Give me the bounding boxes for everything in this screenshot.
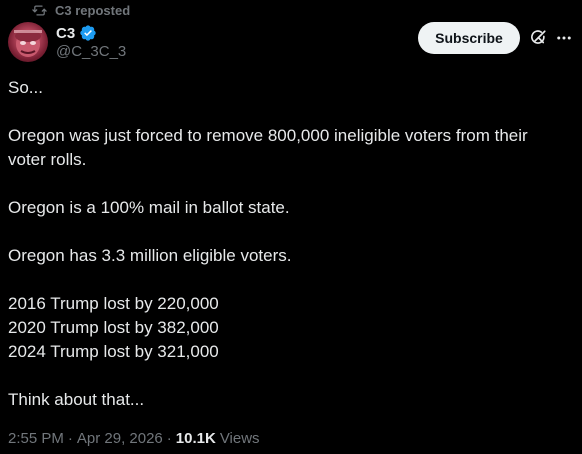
post-line: 2016 Trump lost by 220,000 — [8, 294, 219, 313]
post-line: 2024 Trump lost by 321,000 — [8, 342, 219, 361]
views-count[interactable]: 10.1K — [176, 430, 216, 447]
separator: · — [166, 429, 172, 447]
repost-text: C3 reposted — [55, 2, 131, 18]
post-line: 2020 Trump lost by 382,000 — [8, 318, 219, 337]
views-label[interactable]: Views — [220, 430, 260, 447]
display-name[interactable]: C3 — [56, 25, 75, 42]
post-line: Oregon is a 100% mail in ballot state. — [8, 198, 290, 217]
post-line: voter rolls. — [8, 150, 87, 169]
subscribe-button[interactable]: Subscribe — [418, 22, 520, 54]
avatar[interactable] — [8, 22, 48, 62]
post-text: So... Oregon was just forced to remove 8… — [8, 76, 574, 412]
verified-badge-icon[interactable] — [79, 24, 97, 42]
post-line: So... — [8, 78, 43, 97]
repost-icon — [32, 3, 47, 18]
post-time[interactable]: 2:55 PM — [8, 430, 64, 447]
more-icon[interactable] — [554, 27, 574, 49]
post-line: Oregon was just forced to remove 800,000… — [8, 126, 528, 145]
separator: · — [67, 429, 73, 447]
repost-indicator[interactable]: C3 reposted — [32, 1, 130, 19]
author-name[interactable]: C3 — [56, 23, 97, 43]
post-line: Think about that... — [8, 390, 145, 409]
post-date[interactable]: Apr 29, 2026 — [77, 430, 163, 447]
post-meta: 2:55 PM · Apr 29, 2026 · 10.1K Views — [8, 428, 260, 448]
author-handle[interactable]: @C_3C_3 — [56, 43, 126, 60]
grok-icon[interactable] — [527, 27, 549, 49]
post-line: Oregon has 3.3 million eligible voters. — [8, 246, 292, 265]
